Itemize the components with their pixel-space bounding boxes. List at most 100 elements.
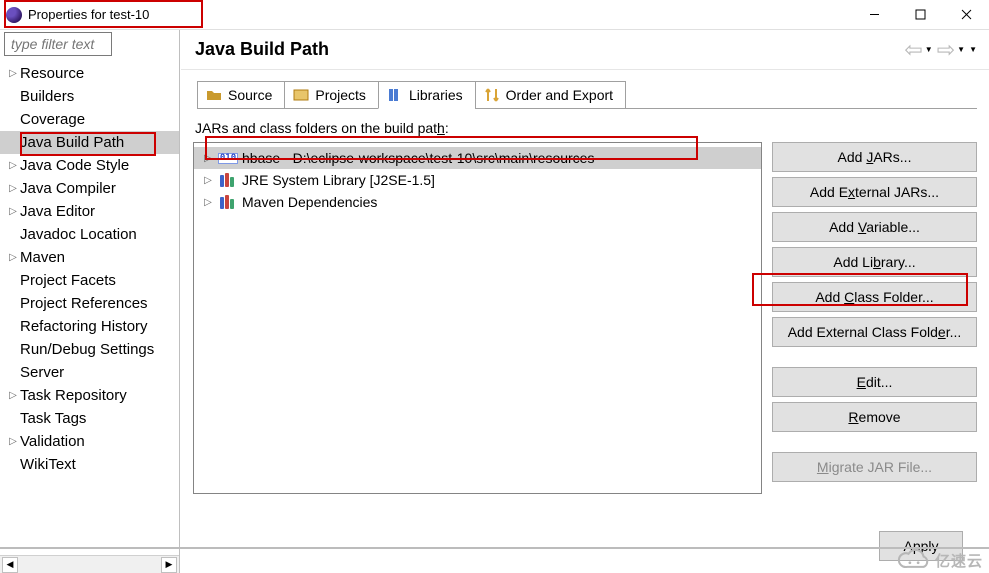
chevron-right-icon: ▷ (202, 197, 214, 208)
edit-button[interactable]: Edit... (772, 367, 977, 397)
sidebar-item-label: Java Compiler (20, 180, 116, 197)
sidebar-item-label: Java Build Path (20, 134, 124, 151)
class-folder-icon: 010 (220, 150, 236, 166)
chevron-right-icon: ▷ (6, 390, 20, 401)
button-column: Add JARs... Add External JARs... Add Var… (772, 142, 977, 525)
sidebar-item-label: Java Editor (20, 203, 95, 220)
main-panel: Java Build Path ⇦▼ ⇨▼ ▼ Source Projects … (180, 30, 989, 573)
sidebar-item-java-editor[interactable]: ▷Java Editor (0, 200, 179, 223)
view-menu-button[interactable]: ▼ (967, 45, 979, 54)
sidebar: ▷ResourceBuildersCoverageJava Build Path… (0, 30, 180, 573)
sidebar-item-label: Server (20, 364, 64, 381)
library-books-icon (220, 172, 236, 188)
sidebar-item-label: Resource (20, 65, 84, 82)
filter-input[interactable] (4, 32, 112, 56)
library-books-icon (220, 194, 236, 210)
bottom-divider (0, 547, 989, 549)
sidebar-item-validation[interactable]: ▷Validation (0, 430, 179, 453)
sidebar-item-maven[interactable]: ▷Maven (0, 246, 179, 269)
sidebar-item-project-facets[interactable]: Project Facets (0, 269, 179, 292)
category-tree[interactable]: ▷ResourceBuildersCoverageJava Build Path… (0, 60, 179, 555)
maximize-button[interactable] (897, 0, 943, 30)
sidebar-item-wikitext[interactable]: WikiText (0, 453, 179, 476)
sidebar-item-server[interactable]: Server (0, 361, 179, 384)
filter-container (4, 32, 175, 56)
chevron-right-icon: ▷ (6, 160, 20, 171)
remove-button[interactable]: Remove (772, 402, 977, 432)
add-external-class-folder-button[interactable]: Add External Class Folder... (772, 317, 977, 347)
sidebar-item-java-compiler[interactable]: ▷Java Compiler (0, 177, 179, 200)
history-forward-button[interactable]: ⇨▼ (935, 37, 967, 63)
library-entry[interactable]: ▷ JRE System Library [J2SE-1.5] (194, 169, 761, 191)
add-class-folder-button[interactable]: Add Class Folder... (772, 282, 977, 312)
sidebar-item-run-debug-settings[interactable]: Run/Debug Settings (0, 338, 179, 361)
chevron-right-icon: ▷ (6, 206, 20, 217)
tab-label: Projects (315, 87, 366, 103)
sidebar-item-label: Task Repository (20, 387, 127, 404)
page-title: Java Build Path (195, 39, 902, 60)
sidebar-item-label: Java Code Style (20, 157, 129, 174)
scroll-right-icon[interactable]: ▶ (161, 557, 177, 573)
tabs: Source Projects Libraries Order and Expo… (197, 78, 977, 110)
add-library-button[interactable]: Add Library... (772, 247, 977, 277)
eclipse-icon (6, 7, 22, 23)
sidebar-item-label: Builders (20, 88, 74, 105)
library-entry[interactable]: ▷ 010 hbase - D:\eclipse-workspace\test-10… (194, 147, 761, 169)
libraries-list[interactable]: ▷ 010 hbase - D:\eclipse-workspace\test-10… (193, 142, 762, 494)
library-entry[interactable]: ▷ Maven Dependencies (194, 191, 761, 213)
sidebar-item-label: Javadoc Location (20, 226, 137, 243)
tab-projects[interactable]: Projects (284, 81, 379, 109)
sidebar-item-task-repository[interactable]: ▷Task Repository (0, 384, 179, 407)
watermark-text: 亿速云 (935, 550, 983, 571)
window-title: Properties for test-10 (28, 7, 149, 22)
add-external-jars-button[interactable]: Add External JARs... (772, 177, 977, 207)
sidebar-item-java-build-path[interactable]: Java Build Path (0, 131, 179, 154)
cloud-icon (897, 549, 931, 571)
sidebar-item-label: Maven (20, 249, 65, 266)
page-header: Java Build Path ⇦▼ ⇨▼ ▼ (181, 30, 989, 70)
sidebar-item-label: Validation (20, 433, 85, 450)
library-entry-label: hbase - D:\eclipse-workspace\test-10\src… (242, 150, 594, 166)
add-jars-button[interactable]: Add JARs... (772, 142, 977, 172)
sidebar-item-label: Project References (20, 295, 148, 312)
library-icon (387, 87, 403, 103)
sidebar-scrollbar[interactable]: ◀ ▶ (0, 555, 179, 573)
sidebar-item-project-references[interactable]: Project References (0, 292, 179, 315)
chevron-right-icon: ▷ (202, 175, 214, 186)
library-entry-label: Maven Dependencies (242, 194, 377, 210)
migrate-jar-button: Migrate JAR File... (772, 452, 977, 482)
add-variable-button[interactable]: Add Variable... (772, 212, 977, 242)
chevron-right-icon: ▷ (6, 68, 20, 79)
sidebar-item-coverage[interactable]: Coverage (0, 108, 179, 131)
chevron-right-icon: ▷ (6, 252, 20, 263)
sidebar-item-javadoc-location[interactable]: Javadoc Location (0, 223, 179, 246)
sidebar-item-builders[interactable]: Builders (0, 85, 179, 108)
minimize-button[interactable] (851, 0, 897, 30)
sidebar-item-resource[interactable]: ▷Resource (0, 62, 179, 85)
chevron-right-icon: ▷ (202, 153, 214, 164)
list-description: JARs and class folders on the build path… (195, 120, 975, 136)
project-icon (293, 87, 309, 103)
sidebar-item-label: WikiText (20, 456, 76, 473)
tab-source[interactable]: Source (197, 81, 285, 109)
tab-label: Order and Export (506, 87, 613, 103)
tab-libraries[interactable]: Libraries (378, 81, 476, 109)
footer: Apply (193, 525, 977, 561)
close-button[interactable] (943, 0, 989, 30)
sidebar-item-label: Project Facets (20, 272, 116, 289)
scroll-left-icon[interactable]: ◀ (2, 557, 18, 573)
tab-label: Libraries (409, 87, 463, 103)
tab-label: Source (228, 87, 272, 103)
titlebar: Properties for test-10 (0, 0, 989, 30)
library-entry-label: JRE System Library [J2SE-1.5] (242, 172, 435, 188)
sidebar-item-refactoring-history[interactable]: Refactoring History (0, 315, 179, 338)
tab-order-export[interactable]: Order and Export (475, 81, 626, 109)
history-back-button[interactable]: ⇦▼ (902, 37, 934, 63)
source-folder-icon (206, 87, 222, 103)
sidebar-item-task-tags[interactable]: Task Tags (0, 407, 179, 430)
chevron-right-icon: ▷ (6, 436, 20, 447)
sidebar-item-label: Task Tags (20, 410, 86, 427)
chevron-right-icon: ▷ (6, 183, 20, 194)
sidebar-item-label: Refactoring History (20, 318, 148, 335)
sidebar-item-java-code-style[interactable]: ▷Java Code Style (0, 154, 179, 177)
